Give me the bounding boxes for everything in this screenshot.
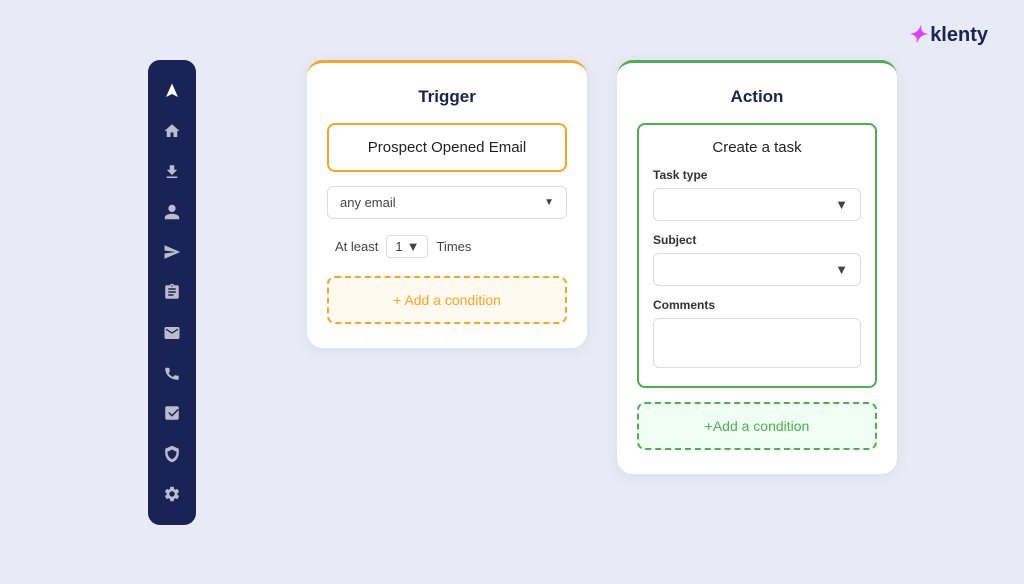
trigger-name-text: Prospect Opened Email [368, 139, 526, 156]
sidebar-item-email[interactable] [154, 316, 190, 350]
main-content: Trigger Prospect Opened Email any email … [210, 60, 994, 524]
action-inner-title: Create a task [653, 139, 861, 156]
times-row: At least 1 ▼ Times [327, 231, 567, 262]
subject-label: Subject [653, 233, 861, 247]
trigger-card: Trigger Prospect Opened Email any email … [307, 60, 587, 348]
sidebar-item-settings[interactable] [154, 477, 190, 511]
sidebar-item-reports[interactable] [154, 396, 190, 430]
any-email-label: any email [340, 195, 396, 210]
subject-select[interactable]: ▼ [653, 253, 861, 286]
trigger-add-condition-button[interactable]: + Add a condition [327, 276, 567, 324]
action-add-condition-label: +Add a condition [705, 418, 810, 434]
sidebar-item-calls[interactable] [154, 356, 190, 390]
trigger-card-title: Trigger [327, 87, 567, 107]
sidebar-item-navigate[interactable] [154, 74, 190, 108]
sidebar-item-contacts[interactable] [154, 195, 190, 229]
trigger-add-condition-label: + Add a condition [393, 292, 501, 308]
sidebar-item-tasks[interactable] [154, 275, 190, 309]
sidebar-item-campaigns[interactable] [154, 235, 190, 269]
dropdown-arrow-icon: ▼ [544, 197, 554, 208]
action-add-condition-button[interactable]: +Add a condition [637, 402, 877, 450]
action-card: Action Create a task Task type ▼ Subject… [617, 60, 897, 474]
comments-label: Comments [653, 298, 861, 312]
task-type-select[interactable]: ▼ [653, 188, 861, 221]
task-type-arrow-icon: ▼ [835, 197, 848, 212]
task-type-label: Task type [653, 168, 861, 182]
times-suffix: Times [436, 239, 471, 254]
times-value: 1 [395, 239, 402, 254]
sidebar [148, 60, 196, 525]
logo-text: klenty [930, 24, 988, 47]
times-dropdown-icon: ▼ [407, 239, 420, 254]
sidebar-item-inbox[interactable] [154, 436, 190, 470]
any-email-select[interactable]: any email ▼ [327, 186, 567, 219]
action-card-title: Action [637, 87, 877, 107]
times-select[interactable]: 1 ▼ [386, 235, 428, 258]
action-inner-box: Create a task Task type ▼ Subject ▼ Comm… [637, 123, 877, 388]
klenty-logo: ✦ klenty [908, 22, 988, 48]
comments-input[interactable] [653, 318, 861, 368]
sidebar-item-download[interactable] [154, 155, 190, 189]
trigger-name-box: Prospect Opened Email [327, 123, 567, 172]
sidebar-item-home[interactable] [154, 114, 190, 148]
logo-icon: ✦ [908, 22, 926, 48]
subject-arrow-icon: ▼ [835, 262, 848, 277]
times-prefix: At least [335, 239, 378, 254]
